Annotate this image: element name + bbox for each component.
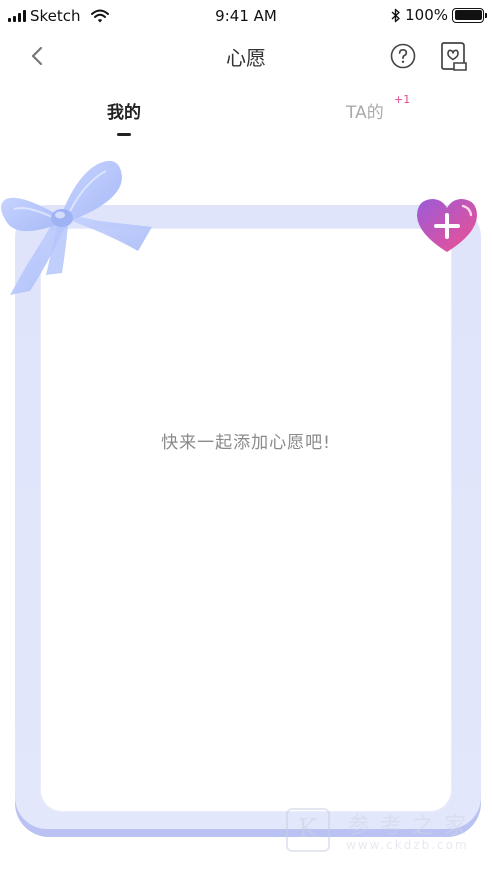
watermark-url: www.ckdzb.com [346,838,469,852]
tab-ta-label: TA的 [346,103,384,123]
watermark-logo: K [286,808,330,852]
bluetooth-icon [391,8,400,22]
battery-percent: 100% [405,6,448,24]
tab-ta-badge: +1 [394,93,411,106]
wish-record-icon[interactable] [440,41,468,71]
bow-ribbon-icon [1,160,152,295]
status-bar: Sketch 9:41 AM 100% [0,0,492,32]
watermark-letter: K [298,814,318,844]
heart-plus-icon[interactable] [414,196,480,256]
watermark: K 参考之家 www.ckdzb.com [286,806,486,866]
tab-bar: 我的 TA的 +1 [0,92,492,140]
help-question-icon[interactable] [390,43,416,69]
tab-active-indicator [117,133,131,136]
nav-bar: 心愿 [0,32,492,80]
tab-mine-label: 我的 [107,103,141,123]
page-title: 心愿 [226,46,266,70]
wish-card-body [40,228,452,812]
tab-mine[interactable]: 我的 [96,98,152,136]
empty-state-message: 快来一起添加心愿吧! [161,433,331,453]
tab-ta[interactable]: TA的 +1 [346,93,410,123]
battery-icon [452,7,487,23]
status-right: 100% [391,6,487,24]
watermark-text: 参考之家 [348,814,477,839]
